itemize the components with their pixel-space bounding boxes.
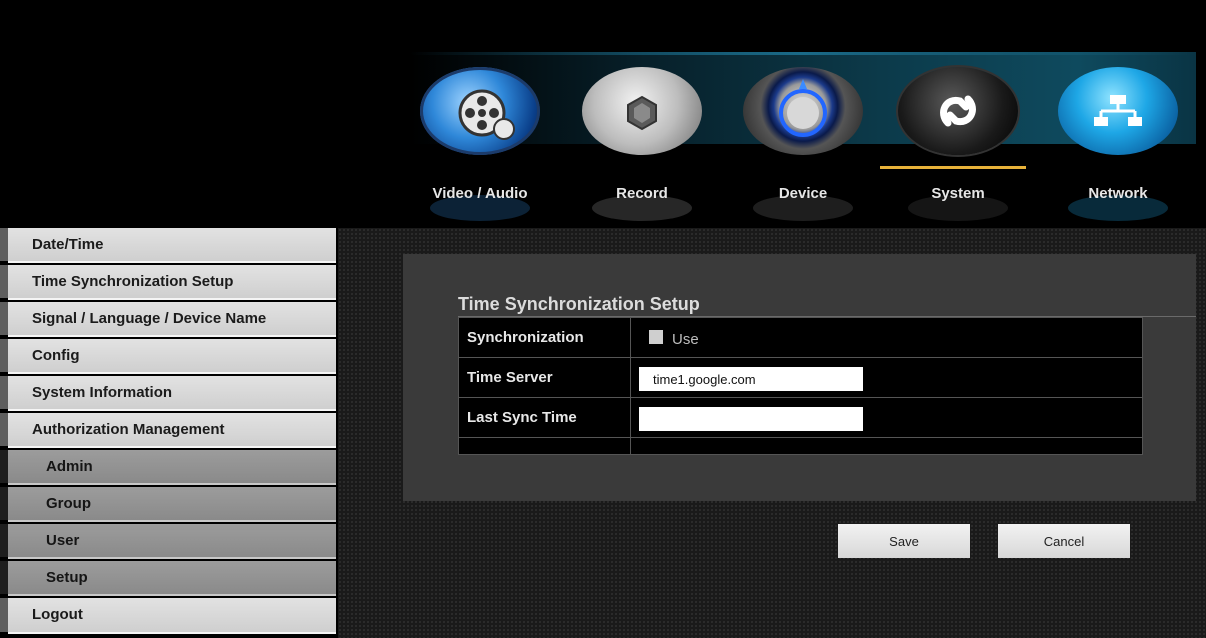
tab-label: Video / Audio (432, 185, 528, 202)
active-tab-underline (880, 166, 1026, 169)
sidebar-item-label: Date/Time (32, 236, 104, 253)
sidebar-item-date-time[interactable]: Date/Time (0, 228, 336, 263)
system-swirl-icon (898, 67, 1018, 155)
settings-table: Synchronization Use Time Server Last Syn… (458, 317, 1143, 455)
sidebar-item-authorization-management[interactable]: Authorization Management (0, 413, 336, 448)
sidebar-item-system-information[interactable]: System Information (0, 376, 336, 411)
main-content: Time Synchronization Setup Synchronizati… (338, 228, 1206, 638)
tab-network[interactable]: Network (1048, 55, 1188, 235)
last-sync-time-label: Last Sync Time (467, 409, 577, 426)
save-button[interactable]: Save (838, 524, 970, 558)
synchronization-label: Synchronization (467, 329, 584, 346)
row-label-cell: Time Server (459, 358, 631, 397)
sidebar-subitem-label: User (46, 532, 80, 549)
logout-button[interactable]: Logout (0, 598, 336, 634)
row-label-cell: Synchronization (459, 318, 631, 357)
sidebar-item-label: Config (32, 347, 80, 364)
sidebar-subitem-label: Admin (46, 458, 93, 475)
sidebar-subitem-group[interactable]: Group (0, 487, 336, 522)
row-label-cell: Last Sync Time (459, 398, 631, 437)
settings-panel: Time Synchronization Setup Synchronizati… (403, 254, 1196, 501)
table-row-empty (459, 438, 1142, 454)
sidebar-subitem-setup[interactable]: Setup (0, 561, 336, 596)
time-server-input[interactable] (639, 367, 863, 391)
tab-label: Device (778, 185, 828, 202)
cancel-button[interactable]: Cancel (998, 524, 1130, 558)
sidebar-subitem-admin[interactable]: Admin (0, 450, 336, 485)
tab-device[interactable]: Device (733, 55, 873, 235)
sidebar-menu: Date/Time Time Synchronization Setup Sig… (0, 228, 338, 638)
tab-label: Network (1088, 185, 1148, 202)
tab-label: System (931, 185, 985, 202)
gear-dial-icon (743, 67, 863, 155)
use-checkbox[interactable] (649, 330, 663, 344)
table-row-last-sync-time: Last Sync Time (459, 398, 1142, 438)
logout-label: Logout (32, 606, 83, 623)
tab-label: Record (616, 185, 668, 202)
sidebar-item-config[interactable]: Config (0, 339, 336, 374)
sidebar-item-signal-language-device-name[interactable]: Signal / Language / Device Name (0, 302, 336, 337)
sidebar-subitem-label: Setup (46, 569, 88, 586)
camera-shutter-icon (582, 67, 702, 155)
top-navigation-header: Video / Audio Record Device System Netwo… (0, 0, 1206, 228)
network-hierarchy-icon (1058, 67, 1178, 155)
table-row-time-server: Time Server (459, 358, 1142, 398)
sidebar-subitem-user[interactable]: User (0, 524, 336, 559)
page-title: Time Synchronization Setup (458, 294, 700, 314)
sidebar-item-time-synchronization-setup[interactable]: Time Synchronization Setup (0, 265, 336, 300)
sidebar-item-label: Authorization Management (32, 421, 225, 438)
table-row-synchronization: Synchronization Use (459, 318, 1142, 358)
sidebar-item-label: Signal / Language / Device Name (32, 310, 267, 327)
sidebar-item-label: System Information (32, 384, 173, 401)
sidebar-item-label: Time Synchronization Setup (32, 273, 234, 290)
tab-video-audio[interactable]: Video / Audio (410, 55, 550, 235)
time-server-label: Time Server (467, 369, 553, 386)
last-sync-time-input[interactable] (639, 407, 863, 431)
row-label-cell (459, 438, 631, 454)
film-reel-speaker-icon (420, 67, 540, 155)
tab-system[interactable]: System (880, 55, 1028, 235)
tab-record[interactable]: Record (572, 55, 712, 235)
sidebar-subitem-label: Group (46, 495, 91, 512)
use-checkbox-label: Use (672, 331, 699, 348)
